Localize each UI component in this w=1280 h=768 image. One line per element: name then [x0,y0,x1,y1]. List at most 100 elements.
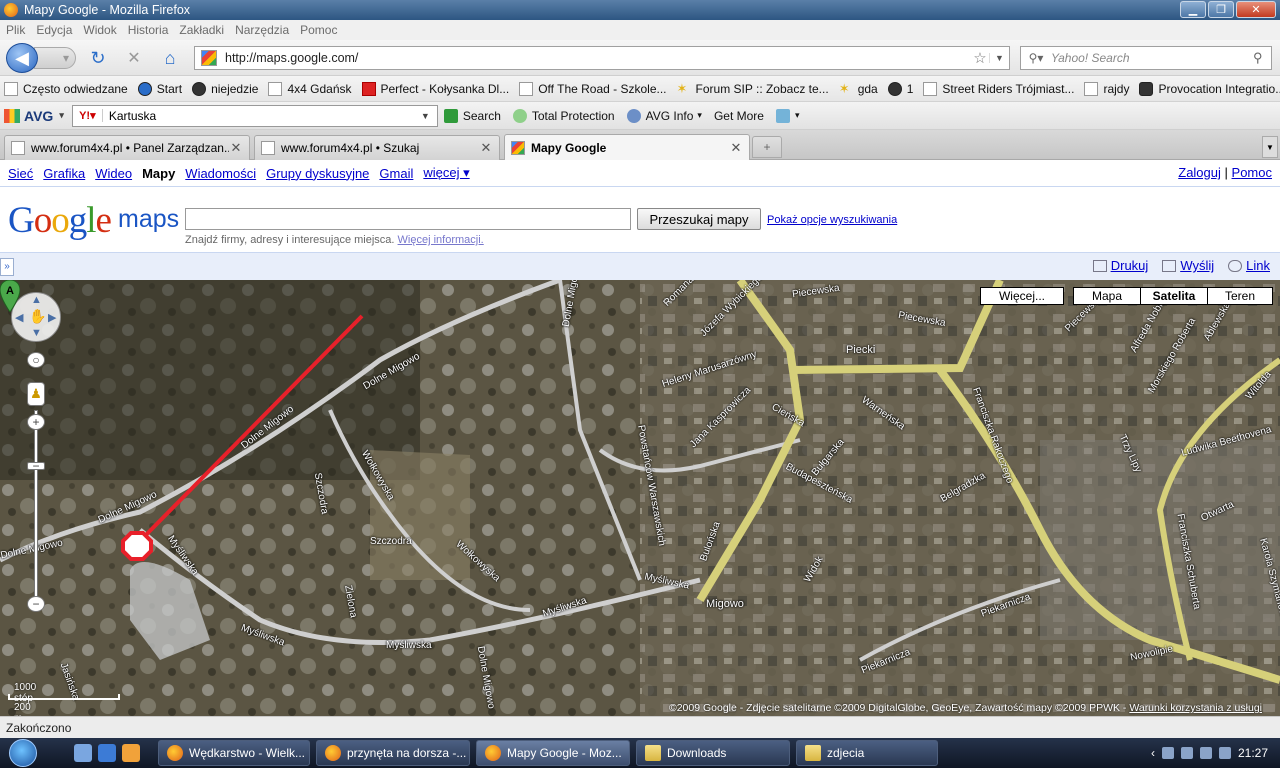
avg-extra-button[interactable]: ▾ [775,108,799,123]
pan-right-icon[interactable]: ▶ [48,311,56,324]
tab-list-icon[interactable]: ▼ [1262,136,1278,158]
maps-search-button[interactable]: Przeszukaj mapy [637,208,761,230]
zoom-slider-handle[interactable]: − [27,460,45,472]
back-button[interactable]: ◀ [6,43,38,73]
avg-more-button[interactable]: Get More [714,109,764,123]
yahoo-icon[interactable]: Y!▾ [73,109,103,122]
gbar-link-video[interactable]: Wideo [95,166,132,181]
avg-search-input[interactable]: Y!▾ Kartuska ▼ [71,104,438,127]
taskbar-item-active[interactable]: Mapy Google - Moz... [476,740,630,766]
bookmark-item[interactable]: ✶ gda [839,81,878,96]
clock[interactable]: 21:27 [1238,746,1268,760]
menu-history[interactable]: Historia [128,23,169,37]
quick-launch-icon[interactable] [74,744,92,762]
avg-logo[interactable]: AVG ▾ [4,108,64,124]
bookmark-item[interactable]: 4x4 Gdańsk [268,81,352,96]
minimize-button[interactable]: ▁ [1180,1,1206,18]
media-icon[interactable] [122,744,140,762]
print-link[interactable]: Drukuj [1092,258,1148,273]
menu-tools[interactable]: Narzędzia [235,23,289,37]
reload-icon[interactable]: ↻ [88,48,108,68]
bookmark-item[interactable]: Perfect - Kołysanka Dl... [361,81,509,96]
more-info-link[interactable]: Więcej informacji. [398,234,484,246]
taskbar-item[interactable]: Wędkarstwo - Wielk... [158,740,310,766]
bookmark-item[interactable]: 1 [887,81,913,96]
map-type-satellite-button[interactable]: Satelita [1140,287,1208,305]
pan-down-icon[interactable]: ▼ [31,327,42,339]
terms-link[interactable]: Warunki korzystania z usługi [1129,702,1262,714]
search-options-link[interactable]: Pokaż opcje wyszukiwania [767,214,897,226]
pan-up-icon[interactable]: ▲ [31,294,42,306]
close-tab-icon[interactable]: ✕ [229,140,243,156]
bookmark-star-icon[interactable]: ☆ [971,49,989,67]
satellite-map[interactable]: Dolne Migowo Dolne Migowo Dolne Migowo D… [0,280,1280,716]
login-link[interactable]: Zaloguj [1178,165,1221,180]
gbar-link-more[interactable]: więcej ▾ [423,165,469,181]
bookmark-item[interactable]: ✶ Forum SIP :: Zobacz te... [677,81,829,96]
avg-search-button[interactable]: Search [443,108,501,123]
chevron-down-icon[interactable]: ▼ [421,111,437,121]
bookmark-item[interactable]: Provocation Integratio... [1139,81,1280,96]
start-button[interactable] [0,738,46,768]
gbar-link-news[interactable]: Wiadomości [185,166,256,181]
gbar-link-images[interactable]: Grafika [43,166,85,181]
search-icon[interactable]: ⚲ [1253,50,1271,66]
gbar-link-groups[interactable]: Grupy dyskusyjne [266,166,369,181]
taskbar-item[interactable]: zdjecia [796,740,938,766]
menu-bookmarks[interactable]: Zakładki [179,23,224,37]
menu-file[interactable]: Plik [6,23,25,37]
search-engine-icon[interactable]: ⚲▾ [1021,51,1051,65]
antivirus-icon[interactable] [1218,747,1231,759]
new-tab-button[interactable]: + [752,136,782,158]
map-type-map-button[interactable]: Mapa [1073,287,1141,305]
google-logo[interactable]: Google [8,199,112,242]
menu-edit[interactable]: Edycja [36,23,72,37]
forward-button[interactable]: ▾ [34,47,76,69]
maximize-button[interactable]: ❐ [1208,1,1234,18]
zoom-out-button[interactable]: − [27,596,45,612]
home-icon[interactable]: ⌂ [160,48,180,68]
bookmark-item[interactable]: Często odwiedzane [4,81,128,96]
collapse-panel-button[interactable]: » [0,257,14,276]
gbar-link-web[interactable]: Sieć [8,166,33,181]
tab-google-maps[interactable]: Mapy Google ✕ [504,134,750,160]
send-link[interactable]: Wyślij [1162,258,1214,273]
menu-help[interactable]: Pomoc [300,23,337,37]
bookmark-item[interactable]: Off The Road - Szkole... [519,81,667,96]
web-search-box[interactable]: ⚲▾ Yahoo! Search ⚲ [1020,46,1272,70]
pan-left-icon[interactable]: ◀ [15,311,23,324]
show-desktop-icon[interactable] [98,744,116,762]
gbar-link-gmail[interactable]: Gmail [379,166,413,181]
maps-search-input[interactable] [185,208,631,230]
menu-view[interactable]: Widok [83,23,116,37]
tab-forum-search[interactable]: www.forum4x4.pl • Szukaj ✕ [254,135,500,160]
help-link[interactable]: Pomoc [1232,165,1272,180]
reset-view-button[interactable]: ○ [27,352,45,368]
taskbar-item[interactable]: Downloads [636,740,790,766]
url-dropdown-icon[interactable]: ▼ [989,53,1009,63]
tray-expand-icon[interactable]: ‹ [1151,746,1155,760]
avg-protection-button[interactable]: Total Protection [512,108,615,123]
zoom-slider-track[interactable] [34,410,38,600]
bookmark-item[interactable]: Start [137,81,182,96]
avg-info-button[interactable]: AVG Info ▾ [626,108,702,123]
map-type-terrain-button[interactable]: Teren [1207,287,1273,305]
tab-forum-panel[interactable]: www.forum4x4.pl • Panel Zarządzan... ✕ [4,135,250,160]
taskbar-item[interactable]: przynęta na dorsza -... [316,740,470,766]
url-bar[interactable]: http://maps.google.com/ ☆ ▼ [194,46,1010,70]
marker-a-icon[interactable]: A [0,280,20,312]
map-type-more-button[interactable]: Więcej... [980,287,1064,305]
street-view-pegman-icon[interactable]: ♟ [27,382,45,406]
bookmark-item[interactable]: niejedzie [192,81,258,96]
close-tab-icon[interactable]: ✕ [729,140,743,156]
close-tab-icon[interactable]: ✕ [479,140,493,156]
bookmark-item[interactable]: rajdy [1084,81,1129,96]
volume-icon[interactable] [1199,747,1212,759]
bookmark-item[interactable]: Street Riders Trójmiast... [923,81,1074,96]
stop-icon[interactable]: ✕ [124,48,144,68]
link-link[interactable]: Link [1228,258,1270,273]
network-icon[interactable] [1161,747,1174,759]
close-window-button[interactable]: ✕ [1236,1,1276,18]
zoom-in-button[interactable]: + [27,414,45,430]
battery-icon[interactable] [1180,747,1193,759]
